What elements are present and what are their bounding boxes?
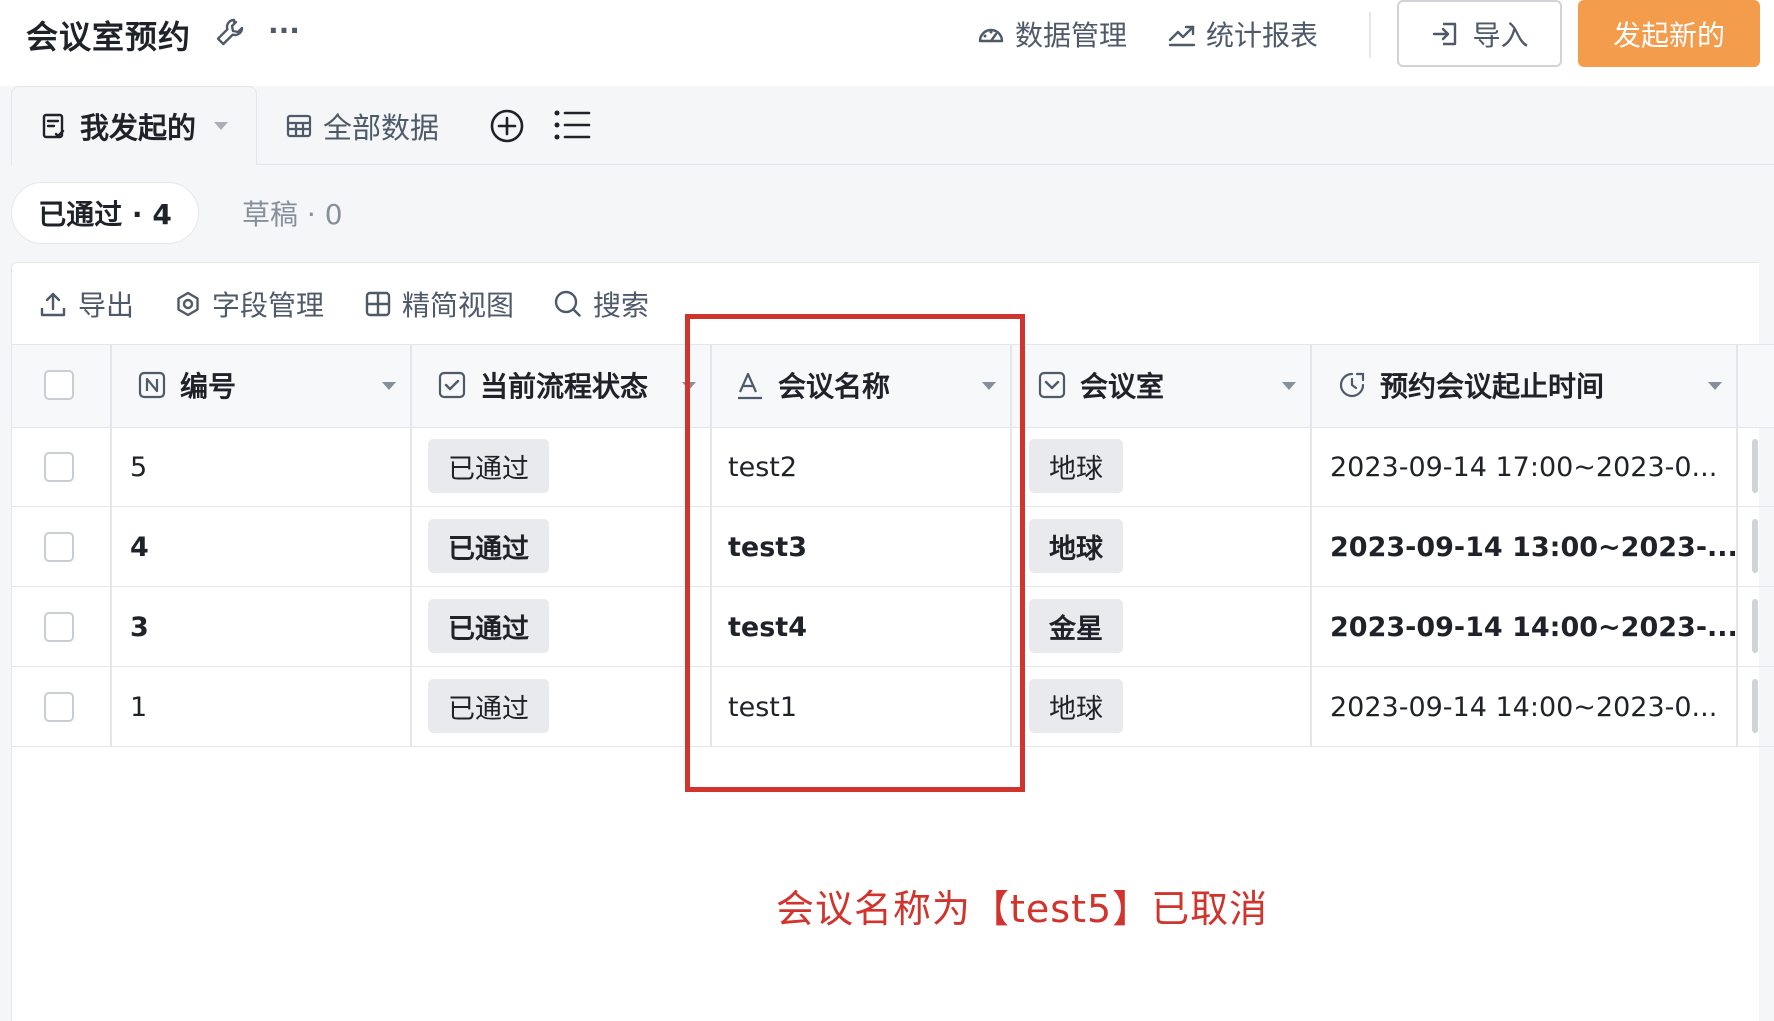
upload-icon (40, 292, 66, 317)
row-edge-handle (1752, 679, 1758, 733)
chevron-down-icon[interactable] (1282, 382, 1296, 390)
row-checkbox[interactable] (44, 612, 74, 642)
time-range: 2023-09-14 17:00~2023-0... (1330, 451, 1718, 483)
row-edge-handle (1752, 519, 1758, 573)
add-view-icon[interactable] (489, 108, 525, 148)
export-label: 导出 (78, 289, 135, 322)
col-header-status-label: 当前流程状态 (480, 370, 649, 403)
stats-report-link[interactable]: 统计报表 (1166, 12, 1318, 56)
compact-view-label: 精简视图 (402, 289, 515, 322)
status-tag: 已通过 (428, 679, 549, 733)
form-icon (42, 113, 65, 139)
row-id: 1 (130, 691, 148, 723)
header-divider (1369, 12, 1371, 58)
select-field-icon (438, 371, 466, 399)
col-header-time-range-label: 预约会议起止时间 (1380, 370, 1605, 403)
filter-draft-chip[interactable]: 草稿 · 0 (242, 182, 343, 244)
select-all-checkbox[interactable] (44, 370, 74, 400)
dropdown-field-icon (1038, 371, 1066, 399)
search-button[interactable]: 搜索 (553, 278, 649, 330)
dashboard-icon (978, 28, 1004, 43)
tab-all-data-label: 全部数据 (323, 111, 440, 145)
status-tag: 已通过 (428, 599, 549, 653)
field-management-button[interactable]: 字段管理 (174, 278, 324, 330)
row-id: 5 (130, 451, 148, 483)
column-divider (410, 344, 412, 746)
export-button[interactable]: 导出 (38, 278, 134, 330)
column-divider (110, 344, 112, 746)
status-tag: 已通过 (428, 519, 549, 573)
tab-all-data[interactable]: 全部数据 (285, 100, 439, 152)
room-tag: 地球 (1029, 519, 1123, 573)
compact-view-button[interactable]: 精简视图 (364, 278, 514, 330)
row-edge-handle (1752, 599, 1758, 653)
trend-chart-icon (1168, 25, 1196, 47)
highlight-box (685, 314, 1025, 792)
import-label: 导入 (1472, 18, 1529, 52)
room-tag: 地球 (1029, 679, 1123, 733)
number-field-icon (138, 371, 166, 399)
chevron-down-icon[interactable] (1708, 382, 1722, 390)
new-request-button[interactable]: 发起新的 (1578, 0, 1760, 67)
row-edge-handle (1752, 439, 1758, 493)
data-management-label: 数据管理 (1015, 19, 1128, 52)
stats-report-label: 统计报表 (1206, 19, 1319, 52)
annotation-note: 会议名称为【test5】已取消 (776, 887, 1269, 931)
row-id: 3 (130, 611, 149, 643)
tab-my-initiated[interactable]: 我发起的 (11, 86, 257, 165)
field-management-label: 字段管理 (212, 289, 325, 322)
chevron-down-icon[interactable] (214, 122, 229, 130)
col-header-status[interactable]: 当前流程状态 (438, 344, 648, 426)
room-tag: 金星 (1029, 599, 1123, 653)
search-icon (554, 290, 581, 317)
app-title: 会议室预约 (26, 18, 192, 56)
col-header-id-label: 编号 (180, 370, 237, 403)
wrench-icon[interactable] (214, 16, 246, 52)
data-management-link[interactable]: 数据管理 (975, 12, 1127, 56)
time-range: 2023-09-14 13:00~2023-... (1330, 531, 1738, 563)
time-range: 2023-09-14 14:00~2023-... (1330, 611, 1738, 643)
col-header-room[interactable]: 会议室 (1038, 344, 1164, 426)
import-button[interactable]: 导入 (1397, 0, 1562, 67)
import-icon (1433, 22, 1457, 45)
filter-approved-chip[interactable]: 已通过 · 4 (11, 182, 199, 244)
gear-icon (177, 291, 199, 317)
column-divider (1310, 344, 1312, 746)
row-checkbox[interactable] (44, 532, 74, 562)
search-label: 搜索 (593, 289, 650, 322)
row-checkbox[interactable] (44, 452, 74, 482)
chevron-down-icon[interactable] (382, 382, 396, 390)
col-header-time-range[interactable]: 预约会议起止时间 (1338, 344, 1604, 426)
table-icon (286, 114, 312, 138)
tab-my-initiated-label: 我发起的 (80, 111, 197, 145)
col-header-id[interactable]: 编号 (138, 344, 236, 426)
tab-bottom-line (257, 164, 1774, 165)
time-range: 2023-09-14 14:00~2023-0... (1330, 691, 1718, 723)
status-tag: 已通过 (428, 439, 549, 493)
row-checkbox[interactable] (44, 692, 74, 722)
col-header-room-label: 会议室 (1080, 370, 1165, 403)
more-icon[interactable]: ··· (268, 14, 300, 47)
grid-icon (365, 291, 391, 317)
clock-icon (1339, 372, 1365, 398)
row-id: 4 (130, 531, 149, 563)
view-list-icon[interactable] (553, 108, 591, 146)
room-tag: 地球 (1029, 439, 1123, 493)
